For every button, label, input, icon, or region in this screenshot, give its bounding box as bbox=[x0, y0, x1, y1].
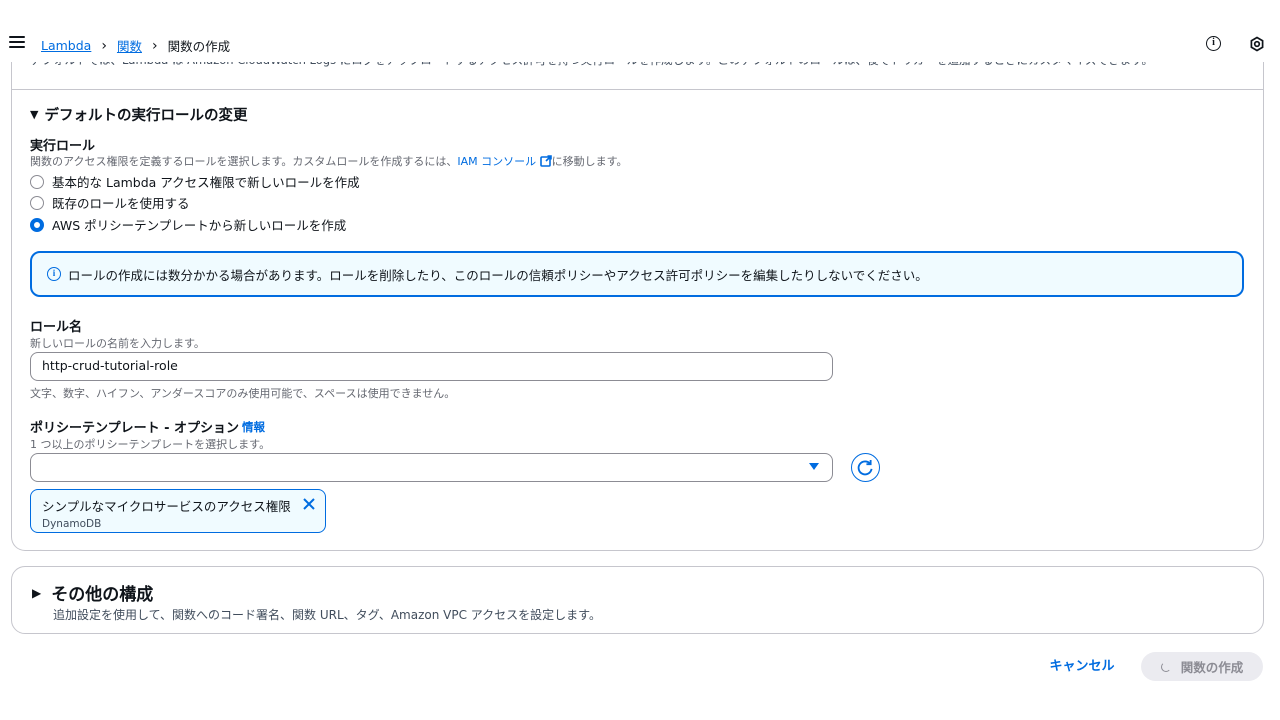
info-circle-icon: i bbox=[47, 267, 61, 281]
other-config-panel bbox=[11, 566, 1264, 634]
breadcrumb-functions[interactable]: 関数 bbox=[117, 36, 142, 55]
radio-option-existing[interactable]: 既存のロールを使用する bbox=[30, 193, 190, 212]
divider bbox=[11, 89, 1264, 90]
chevron-right-icon: › bbox=[151, 37, 158, 54]
cancel-button[interactable]: キャンセル bbox=[1040, 654, 1124, 680]
radio-button[interactable] bbox=[30, 195, 44, 210]
info-link[interactable]: 情報 bbox=[242, 419, 265, 435]
iam-console-link[interactable]: IAM コンソール bbox=[457, 155, 552, 168]
create-function-button[interactable]: 関数の作成 bbox=[1141, 652, 1263, 681]
info-alert: i ロールの作成には数分かかる場合があります。ロールを削除したり、このロールの信… bbox=[30, 251, 1244, 297]
close-icon[interactable] bbox=[301, 496, 317, 512]
radio-option-basic[interactable]: 基本的な Lambda アクセス権限で新しいロールを作成 bbox=[30, 172, 360, 191]
role-desc-suffix: に移動します。 bbox=[551, 155, 628, 168]
token-sublabel: DynamoDB bbox=[42, 518, 102, 530]
execution-role-toggle[interactable]: ▼ デフォルトの実行ロールの変更 bbox=[30, 104, 247, 125]
token-label: シンプルなマイクロサービスのアクセス権限 bbox=[42, 499, 291, 514]
menu-icon[interactable] bbox=[9, 36, 25, 50]
caret-right-icon: ▶ bbox=[32, 585, 42, 600]
caret-down-icon bbox=[809, 463, 819, 470]
execution-role-description: 関数のアクセス権限を定義するロールを選択します。カスタムロールを作成するには、I… bbox=[30, 153, 628, 169]
settings-icon[interactable] bbox=[1249, 36, 1265, 52]
radio-option-policy-template[interactable]: AWS ポリシーテンプレートから新しいロールを作成 bbox=[30, 215, 346, 234]
policy-template-select[interactable] bbox=[30, 453, 833, 482]
info-icon[interactable]: i bbox=[1206, 36, 1221, 51]
radio-button[interactable] bbox=[30, 174, 44, 189]
radio-label: 基本的な Lambda アクセス権限で新しいロールを作成 bbox=[52, 175, 360, 190]
caret-down-icon: ▼ bbox=[30, 108, 39, 121]
execution-role-label: 実行ロール bbox=[30, 139, 96, 154]
other-config-description: 追加設定を使用して、関数へのコード署名、関数 URL、タグ、Amazon VPC… bbox=[53, 608, 601, 622]
role-name-description: 新しいロールの名前を入力します。 bbox=[30, 337, 205, 350]
role-name-input[interactable]: http-crud-tutorial-role bbox=[30, 352, 833, 381]
policy-templates-description: 1 つ以上のポリシーテンプレートを選択します。 bbox=[30, 438, 271, 451]
breadcrumb-lambda[interactable]: Lambda bbox=[41, 38, 91, 53]
role-name-label: ロール名 bbox=[30, 320, 83, 335]
policy-templates-label: ポリシーテンプレート - オプション bbox=[30, 421, 240, 436]
alert-text: ロールの作成には数分かかる場合があります。ロールを削除したり、このロールの信頼ポ… bbox=[68, 267, 928, 283]
role-desc-prefix: 関数のアクセス権限を定義するロールを選択します。カスタムロールを作成するには、 bbox=[30, 155, 458, 168]
execution-role-toggle-label: デフォルトの実行ロールの変更 bbox=[44, 108, 248, 124]
create-function-label: 関数の作成 bbox=[1180, 660, 1244, 675]
external-link-icon bbox=[539, 155, 552, 167]
chevron-right-icon: › bbox=[101, 37, 107, 54]
role-name-hint: 文字、数字、ハイフン、アンダースコアのみ使用可能で、スペースは使用できません。 bbox=[30, 387, 456, 400]
spinner-icon bbox=[1160, 661, 1171, 672]
other-config-toggle[interactable]: ▶ その他の構成 bbox=[32, 580, 153, 605]
refresh-button[interactable] bbox=[851, 453, 880, 482]
radio-label: AWS ポリシーテンプレートから新しいロールを作成 bbox=[52, 218, 347, 233]
other-config-title: その他の構成 bbox=[51, 585, 154, 605]
top-navigation: Lambda › 関数 › 関数の作成 i bbox=[0, 0, 1280, 62]
selected-policy-token: シンプルなマイクロサービスのアクセス権限 DynamoDB bbox=[30, 489, 326, 533]
breadcrumb: Lambda › 関数 › 関数の作成 bbox=[41, 36, 230, 55]
radio-button-selected[interactable] bbox=[30, 217, 44, 232]
breadcrumb-current: 関数の作成 bbox=[167, 39, 231, 54]
radio-label: 既存のロールを使用する bbox=[52, 196, 190, 211]
